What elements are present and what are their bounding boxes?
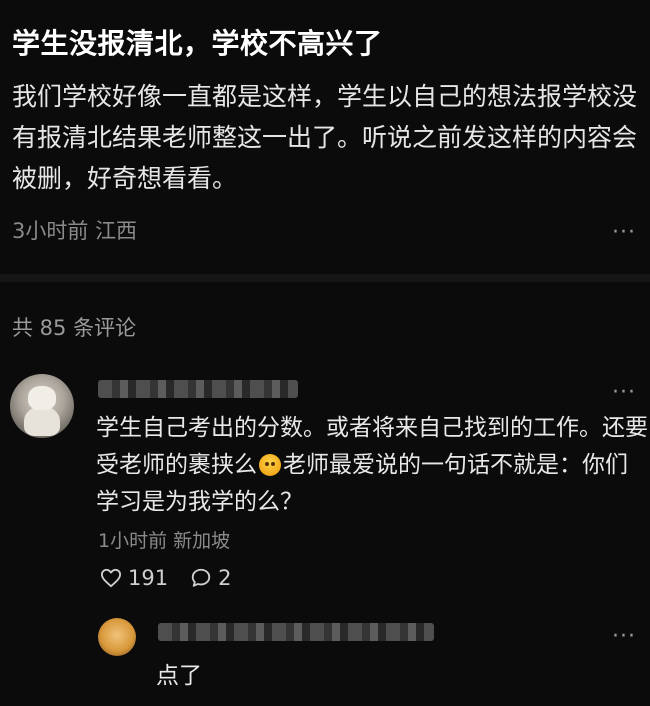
comment-meta: 1小时前 新加坡: [98, 526, 230, 553]
post-title: 学生没报清北，学校不高兴了: [12, 27, 383, 60]
speech-bubble-icon: [191, 568, 211, 587]
cat-avatar-icon[interactable]: [10, 374, 74, 438]
post-location: 江西: [95, 219, 138, 243]
heart-icon: [101, 568, 121, 588]
post-body: 我们学校好像一直都是这样，学生以自己的想法报学校没有报清北结果老师整这一出了。听…: [12, 82, 638, 193]
reply-button[interactable]: 2: [190, 566, 231, 590]
comment-more-icon[interactable]: ···: [612, 382, 636, 404]
post-more-icon[interactable]: ···: [612, 222, 636, 244]
comment-actions: 191 2: [100, 564, 253, 592]
section-divider: [0, 274, 650, 282]
like-count: 191: [128, 566, 169, 590]
reply-count: 2: [218, 566, 232, 590]
comment-time: 1小时前: [98, 530, 168, 552]
reply-text: 点了: [156, 663, 202, 689]
like-button[interactable]: 191: [100, 566, 168, 590]
post-time: 3小时前: [12, 219, 89, 243]
reply-more-icon[interactable]: ···: [612, 626, 636, 648]
cat-head: [28, 386, 56, 410]
comment-count: 共 85 条评论: [12, 316, 137, 340]
post-meta: 3小时前 江西: [12, 215, 137, 245]
blurred-reply-username[interactable]: [158, 623, 434, 641]
emoji-face-icon: [259, 454, 281, 476]
cartoon-avatar-icon[interactable]: [98, 618, 136, 656]
comment-text: 学生自己考出的分数。或者将来自己找到的工作。还要受老师的裹挟么 老师最爱说的一句话…: [96, 410, 648, 521]
blurred-username[interactable]: [98, 380, 298, 398]
cat-body: [24, 406, 60, 436]
comment-location: 新加坡: [173, 530, 231, 552]
